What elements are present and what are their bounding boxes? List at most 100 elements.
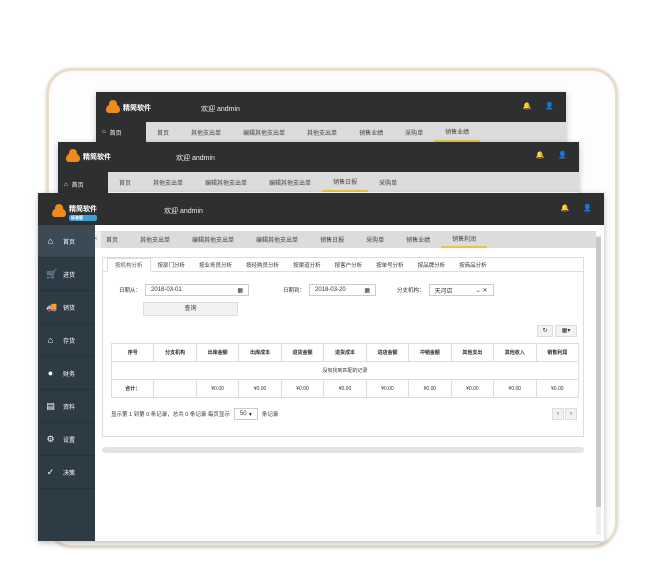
tab-bar: 首页 其他支出单 编辑其他支出单 其他支出单 销售业绩 采购单 销售业绩 xyxy=(146,122,566,142)
column-header: 冲销金额 xyxy=(408,343,452,362)
query-button[interactable]: 查询 xyxy=(143,302,238,316)
tab-6[interactable]: 销售业绩 xyxy=(395,231,441,248)
clear-icon[interactable]: ⌄ ✕ xyxy=(476,287,488,294)
main-window: 精简软件 标准版 欢迎 andmin 🔔 👤 ⌂ 首页 🛒 进货 🚚 销货 ⌂ 存货 ● 财务 ▤ 资料 ⚙… xyxy=(38,193,604,541)
sidebar-item-3[interactable]: ⌂ 存货 xyxy=(38,324,95,357)
document-icon: ▤ xyxy=(46,400,55,411)
tab-2[interactable]: 编辑其他支出单 xyxy=(181,231,245,248)
sidebar: ⌂ 首页 🛒 进货 🚚 销货 ⌂ 存货 ● 财务 ▤ 资料 ⚙ 设置 ✓ 决策 xyxy=(38,225,95,541)
tab-1[interactable]: 其他支出单 xyxy=(129,231,181,248)
home-icon: ⌂ xyxy=(47,235,54,246)
total-cell: ¥0.00 xyxy=(365,379,410,398)
tab-4[interactable]: 销售日报 xyxy=(322,172,369,192)
tab-2[interactable]: 编辑其他支出单 xyxy=(194,172,258,192)
bell-icon[interactable]: 🔔 xyxy=(523,102,532,110)
tab-4[interactable]: 销售日报 xyxy=(309,231,355,248)
page-size-select[interactable]: 50 ▾ xyxy=(233,408,258,420)
tab-1[interactable]: 其他支出单 xyxy=(142,172,194,192)
horizontal-scrollbar[interactable] xyxy=(102,447,584,453)
subtab-2[interactable]: 按业务员分析 xyxy=(192,258,239,272)
branch-select[interactable]: 天河店 ⌄ ✕ xyxy=(428,284,494,296)
tab-1[interactable]: 其他支出单 xyxy=(180,122,232,142)
tab-4[interactable]: 销售业绩 xyxy=(348,122,394,142)
sidebar-item-1[interactable]: 🛒 进货 xyxy=(38,258,95,291)
date-from-input[interactable]: 2018-03-01 ▦ xyxy=(145,284,250,296)
finance-icon: ● xyxy=(47,367,54,378)
tab-0[interactable]: 首页 xyxy=(146,122,180,142)
subtab-8[interactable]: 按商品分析 xyxy=(452,258,494,272)
tab-scroll-left[interactable]: ‹ xyxy=(95,231,101,248)
column-header: 退货金额 xyxy=(280,343,325,362)
subtab-3[interactable]: 按经购员分析 xyxy=(239,258,286,272)
tab-3[interactable]: 编辑其他支出单 xyxy=(245,231,309,248)
home-side[interactable]: ⌂ 首页 xyxy=(96,122,146,142)
vertical-scrollbar[interactable] xyxy=(596,235,601,535)
column-header: 其他收入 xyxy=(493,343,537,362)
total-cell: ¥0.00 xyxy=(535,379,580,398)
tab-7[interactable]: 销售利润 xyxy=(441,231,488,248)
total-cell: ¥0.00 xyxy=(408,379,452,398)
tab-3[interactable]: 其他支出单 xyxy=(296,122,348,142)
cloud-icon xyxy=(52,204,66,217)
date-to-input[interactable]: 2018-03-20 ▦ xyxy=(309,284,377,296)
tab-3[interactable]: 编辑其他支出单 xyxy=(258,172,322,192)
bell-icon[interactable]: 🔔 xyxy=(561,204,570,212)
sidebar-item-2[interactable]: 🚚 销货 xyxy=(38,291,95,324)
bell-icon[interactable]: 🔔 xyxy=(536,151,545,159)
decision-icon: ✓ xyxy=(46,466,55,477)
subtab-0[interactable]: 按机构分析 xyxy=(107,257,151,272)
calendar-icon[interactable]: ▦ xyxy=(364,287,370,294)
user-icon[interactable]: 👤 xyxy=(558,151,567,159)
cart-icon: 🛒 xyxy=(46,268,58,279)
column-header: 其他支出 xyxy=(450,343,495,362)
subtab-7[interactable]: 按品牌分析 xyxy=(411,258,453,272)
report-table: 序号 分支机构 出库金额 出库成本 退货金额 退货成本 进店金额 冲销金额 其他支出 其他收入 销售… xyxy=(110,343,580,398)
sidebar-item-label: 存货 xyxy=(63,338,76,345)
sidebar-item-label: 财务 xyxy=(63,371,76,378)
tab-5[interactable]: 采购单 xyxy=(394,122,434,142)
analysis-tabs: 按机构分析 按部门分析 按业务员分析 按经购员分析 按渠道分析 按客户分析 按单号分析 按品牌… xyxy=(103,257,583,272)
prev-page-button[interactable]: ‹ xyxy=(552,408,564,420)
total-cell: ¥0.00 xyxy=(280,379,325,398)
total-cell: ¥0.00 xyxy=(195,379,240,398)
user-icon[interactable]: 👤 xyxy=(583,204,592,212)
top-bar: 精简软件 标准版 欢迎 andmin 🔔 👤 xyxy=(38,193,604,225)
brand-name: 精简软件 xyxy=(69,206,97,213)
table-header: 序号 分支机构 出库金额 出库成本 退货金额 退货成本 进店金额 冲销金额 其他支出 其他收入 销售… xyxy=(110,343,580,362)
user-icon[interactable]: 👤 xyxy=(545,102,554,110)
calendar-icon[interactable]: ▦ xyxy=(237,287,243,294)
tab-5[interactable]: 采购单 xyxy=(355,231,395,248)
tab-bar: 首页 其他支出单 编辑其他支出单 编辑其他支出单 销售日报 采购单 xyxy=(108,172,579,192)
refresh-icon[interactable]: ↻ xyxy=(537,325,553,337)
welcome-text: 欢迎 andmin xyxy=(164,208,203,215)
sidebar-item-4[interactable]: ● 财务 xyxy=(38,357,95,390)
date-to-field: 日期到： 2018-03-20 ▦ xyxy=(283,284,377,296)
back-window-2: 精简软件 欢迎 andmin 🔔 👤 ⌂ 首页 首页 其他支出单 编辑其他支出单 编辑其… xyxy=(58,142,579,197)
sidebar-item-label: 进货 xyxy=(63,272,76,279)
subtab-1[interactable]: 按部门分析 xyxy=(151,258,193,272)
tab-6[interactable]: 销售业绩 xyxy=(434,122,481,142)
columns-icon[interactable]: ▦▾ xyxy=(555,325,577,337)
logo: 精简软件 xyxy=(66,148,111,162)
subtab-6[interactable]: 按单号分析 xyxy=(369,258,411,272)
sidebar-item-label: 决策 xyxy=(63,470,76,477)
tab-bar: 首页 其他支出单 编辑其他支出单 编辑其他支出单 销售日报 采购单 销售业绩 销售利润 xyxy=(95,231,596,248)
tab-5[interactable]: 采购单 xyxy=(368,172,408,192)
column-header: 出库金额 xyxy=(195,343,240,362)
table-row-total: 合计： ¥0.00 ¥0.00 ¥0.00 ¥0.00 ¥0.00 ¥0.00 ¥0.00 ¥0… xyxy=(110,379,580,398)
total-cell: ¥0.00 xyxy=(450,379,495,398)
sidebar-item-7[interactable]: ✓ 决策 xyxy=(38,456,95,489)
next-page-button[interactable]: › xyxy=(565,408,577,420)
sidebar-item-5[interactable]: ▤ 资料 xyxy=(38,390,95,423)
report-panel: 按机构分析 按部门分析 按业务员分析 按经购员分析 按渠道分析 按客户分析 按单号分析 按品牌… xyxy=(102,257,584,437)
table-row-empty: 没有找到匹配的记录 xyxy=(111,361,579,380)
tab-2[interactable]: 编辑其他支出单 xyxy=(232,122,296,142)
tab-0[interactable]: 首页 xyxy=(108,172,142,192)
sidebar-item-6[interactable]: ⚙ 设置 xyxy=(38,423,95,456)
sidebar-item-0[interactable]: ⌂ 首页 xyxy=(38,225,95,258)
subtab-4[interactable]: 按渠道分析 xyxy=(286,258,328,272)
subtab-5[interactable]: 按客户分析 xyxy=(328,258,370,272)
total-cell xyxy=(153,379,197,398)
sidebar-item-label: 首页 xyxy=(63,239,76,246)
sidebar-item-label: 设置 xyxy=(63,437,76,444)
